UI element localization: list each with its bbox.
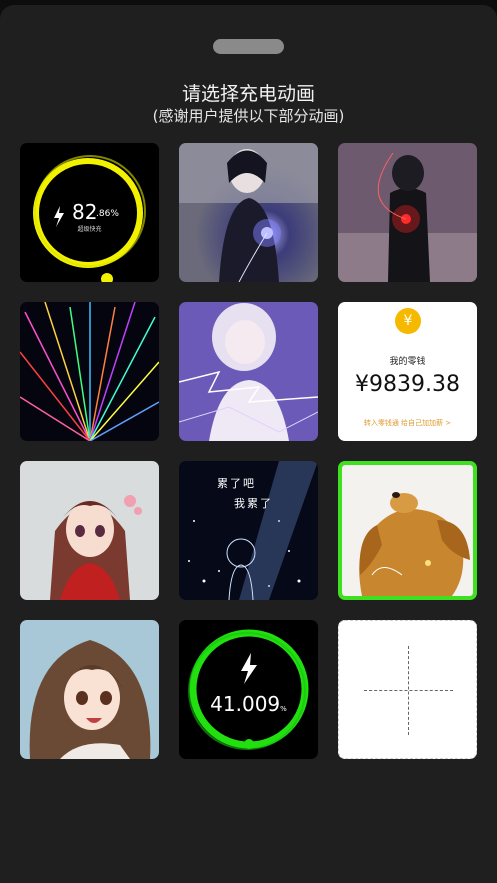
anime-boy-red-glow-thumbnail (338, 143, 477, 282)
add-custom-animation-button[interactable] (338, 620, 477, 759)
green-ring-graphic (179, 620, 318, 759)
tile-anime-boy-red-glow[interactable] (338, 143, 477, 282)
tile-starry-boy[interactable]: 累了吧 我累了 (179, 461, 318, 600)
wallet-label: 我的零钱 (389, 357, 426, 367)
charge-caption: 超级快充 (77, 226, 102, 233)
charge-decimal: .86 (96, 209, 111, 219)
yuan-coin-icon: ¥ (395, 308, 421, 334)
tile-fireworks[interactable] (20, 302, 159, 441)
charge-percent: 82 (72, 200, 98, 224)
page-title: 请选择充电动画 (181, 83, 315, 105)
charge-percent: 41.009 (210, 692, 281, 716)
charge-unit: % (110, 209, 119, 219)
tile-puppy-selected[interactable] (338, 461, 477, 600)
tile-anime-girl-lightning[interactable] (179, 302, 318, 441)
anime-girl-smiling-thumbnail (20, 620, 159, 759)
tile-anime-boy-light[interactable] (179, 143, 318, 282)
tile-yellow-ring[interactable]: 82 .86% 超级快充 (20, 143, 159, 282)
anime-girl-flowers-thumbnail (20, 461, 159, 600)
page-subtitle: (感谢用户提供以下部分动画) (152, 107, 345, 125)
charge-unit: % (280, 705, 287, 713)
puppy-thumbnail (342, 465, 473, 596)
wallet-amount: ¥9839.38 (355, 372, 460, 397)
starry-text-line2: 我累了 (234, 497, 273, 510)
wallet-transfer-link: 转入零钱通 给自己加加薪 > (363, 419, 452, 427)
anime-girl-lightning-thumbnail (179, 302, 318, 441)
tile-wallet-balance[interactable]: ¥ 我的零钱 ¥9839.38 转入零钱通 给自己加加薪 > (338, 302, 477, 441)
tile-anime-girl-flowers[interactable] (20, 461, 159, 600)
tile-green-ring[interactable]: 41.009% (179, 620, 318, 759)
drag-handle[interactable] (213, 39, 284, 54)
fireworks-thumbnail (20, 302, 159, 441)
anime-boy-light-thumbnail (179, 143, 318, 282)
starry-text-line1: 累了吧 (217, 477, 256, 490)
tile-anime-girl-smiling[interactable] (20, 620, 159, 759)
